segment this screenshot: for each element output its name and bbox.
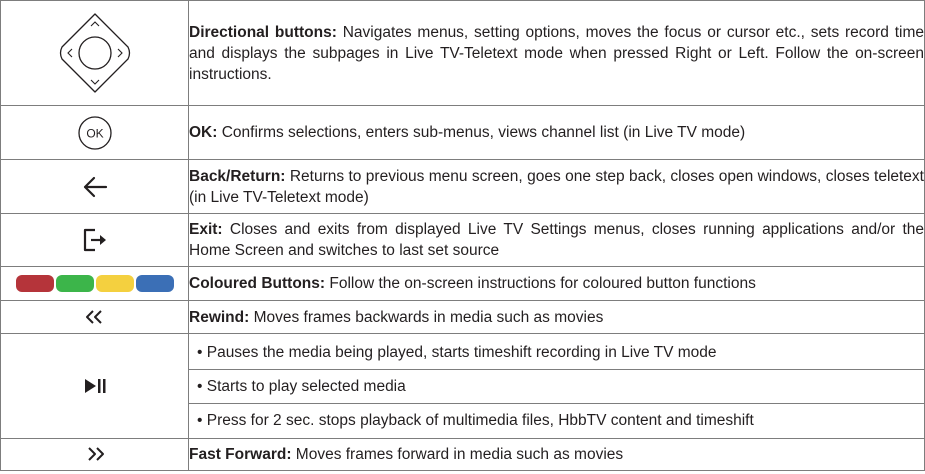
row-description: Coloured Buttons: Follow the on-screen i… — [188, 266, 925, 301]
row-description: Back/Return: Returns to previous menu sc… — [188, 159, 925, 214]
row-title: Coloured Buttons: — [189, 275, 326, 292]
table-row: Coloured Buttons: Follow the on-screen i… — [0, 266, 925, 301]
row-description: Directional buttons: Navigates menus, se… — [188, 0, 925, 106]
red-button-icon — [15, 274, 54, 292]
row-text: Follow the on-screen instructions for co… — [325, 275, 756, 292]
row-title: Exit: — [189, 221, 223, 238]
green-button-icon — [55, 274, 94, 292]
row-description: OK: Confirms selections, enters sub-menu… — [188, 105, 925, 160]
row-title: OK: — [189, 124, 218, 141]
exit-icon — [83, 228, 106, 252]
icon-cell — [0, 266, 189, 301]
row-text: Returns to previous menu screen, goes on… — [189, 167, 924, 206]
table-row: Directional buttons: Navigates menus, se… — [0, 0, 925, 106]
fast-forward-icon — [87, 447, 104, 461]
list-item: • Pauses the media being played, starts … — [197, 343, 717, 361]
row-title: Rewind: — [189, 308, 250, 326]
icon-cell — [0, 333, 189, 439]
row-description: Exit: Closes and exits from displayed Li… — [188, 213, 925, 267]
icon-cell — [0, 213, 189, 267]
ok-button-icon: OK — [77, 115, 112, 150]
row-text: Closes and exits from displayed Live TV … — [189, 221, 924, 259]
yellow-button-icon — [95, 274, 134, 292]
table-row: Rewind: Moves frames backwards in media … — [0, 300, 925, 334]
row-title: Fast Forward: — [189, 446, 292, 463]
row-text: Moves frames forward in media such as mo… — [291, 446, 624, 463]
icon-cell — [0, 0, 189, 106]
row-description: • Pauses the media being played, starts … — [188, 333, 925, 439]
play-pause-icon — [84, 378, 105, 393]
row-text: Confirms selections, enters sub-menus, v… — [217, 124, 746, 141]
list-item: • Press for 2 sec. stops playback of mul… — [189, 402, 924, 437]
table-row: OK OK: Confirms selections, enters sub-m… — [0, 105, 925, 160]
directional-pad-icon — [59, 13, 130, 93]
list-item: • Starts to play selected media — [189, 368, 924, 403]
icon-cell — [0, 159, 189, 214]
blue-button-icon — [135, 274, 174, 292]
ok-label: OK — [86, 126, 103, 140]
row-description: Rewind: Moves frames backwards in media … — [188, 300, 925, 334]
row-title: Back/Return: — [189, 167, 286, 185]
table-row: Back/Return: Returns to previous menu sc… — [0, 159, 925, 214]
table-row: Fast Forward: Moves frames forward in me… — [0, 438, 925, 471]
coloured-buttons-icon — [15, 274, 175, 292]
icon-cell — [0, 438, 189, 471]
row-title: Directional buttons: — [189, 23, 337, 41]
table-row: • Pauses the media being played, starts … — [0, 333, 925, 439]
back-arrow-icon — [83, 176, 107, 197]
remote-buttons-table: Directional buttons: Navigates menus, se… — [0, 0, 925, 471]
icon-cell: OK — [0, 105, 189, 160]
row-text: Moves frames backwards in media such as … — [249, 308, 604, 326]
table-row: Exit: Closes and exits from displayed Li… — [0, 213, 925, 267]
icon-cell — [0, 300, 189, 334]
row-description: Fast Forward: Moves frames forward in me… — [188, 438, 925, 471]
rewind-icon — [85, 310, 102, 324]
